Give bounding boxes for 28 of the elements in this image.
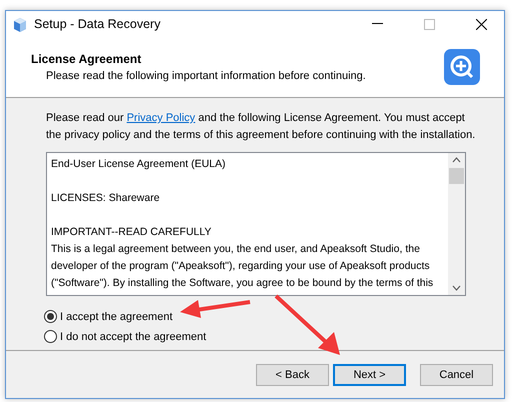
license-text-line: LICENSES: Shareware [51, 191, 161, 206]
radio-label[interactable]: I accept the agreement [60, 310, 173, 322]
dialog-button[interactable]: Cancel [420, 364, 493, 386]
scrollbar[interactable] [448, 153, 465, 295]
page-title: License Agreement [31, 52, 142, 66]
radio-button[interactable] [44, 330, 57, 343]
close-icon [476, 18, 486, 30]
maximize-icon [424, 18, 434, 30]
license-text-line: End-User License Agreement (EULA) [51, 157, 226, 172]
window-title: Setup - Data Recovery [34, 17, 162, 31]
license-text-line: IMPORTANT--READ CAREFULLY [51, 225, 212, 240]
scrollbar-thumb[interactable] [449, 168, 464, 184]
minimize-icon [372, 23, 382, 25]
dialog-button[interactable]: < Back [256, 364, 329, 386]
intro-paragraph: Please read our Privacy Policy and the following License Agreement. You must accept the privacy policy and the terms of this agreement before continuing with the installation. [46, 111, 476, 143]
app-logo-icon [444, 49, 480, 85]
annotation-arrow [274, 294, 340, 355]
privacy-policy-link[interactable]: Privacy Policy [126, 112, 196, 124]
license-text-line: ("Software"). By installing the Software, you agree to be bound by the terms of this [51, 276, 434, 291]
license-text-box[interactable] [46, 152, 466, 296]
license-text-line: This is a legal agreement between you, the end user, and Apeaksoft Studio, the [51, 242, 421, 257]
annotation-arrow [180, 300, 250, 318]
radio-label[interactable]: I do not accept the agreement [60, 330, 206, 342]
dialog-button[interactable]: Next > [333, 364, 406, 386]
license-text-line: developer of the program ("Apeaksoft"), regarding your use of Apeaksoft products [51, 259, 431, 274]
installer-box-icon [12, 16, 28, 32]
radio-button[interactable] [44, 310, 57, 323]
page-subtitle: Please read the following important information before continuing. [45, 70, 367, 82]
